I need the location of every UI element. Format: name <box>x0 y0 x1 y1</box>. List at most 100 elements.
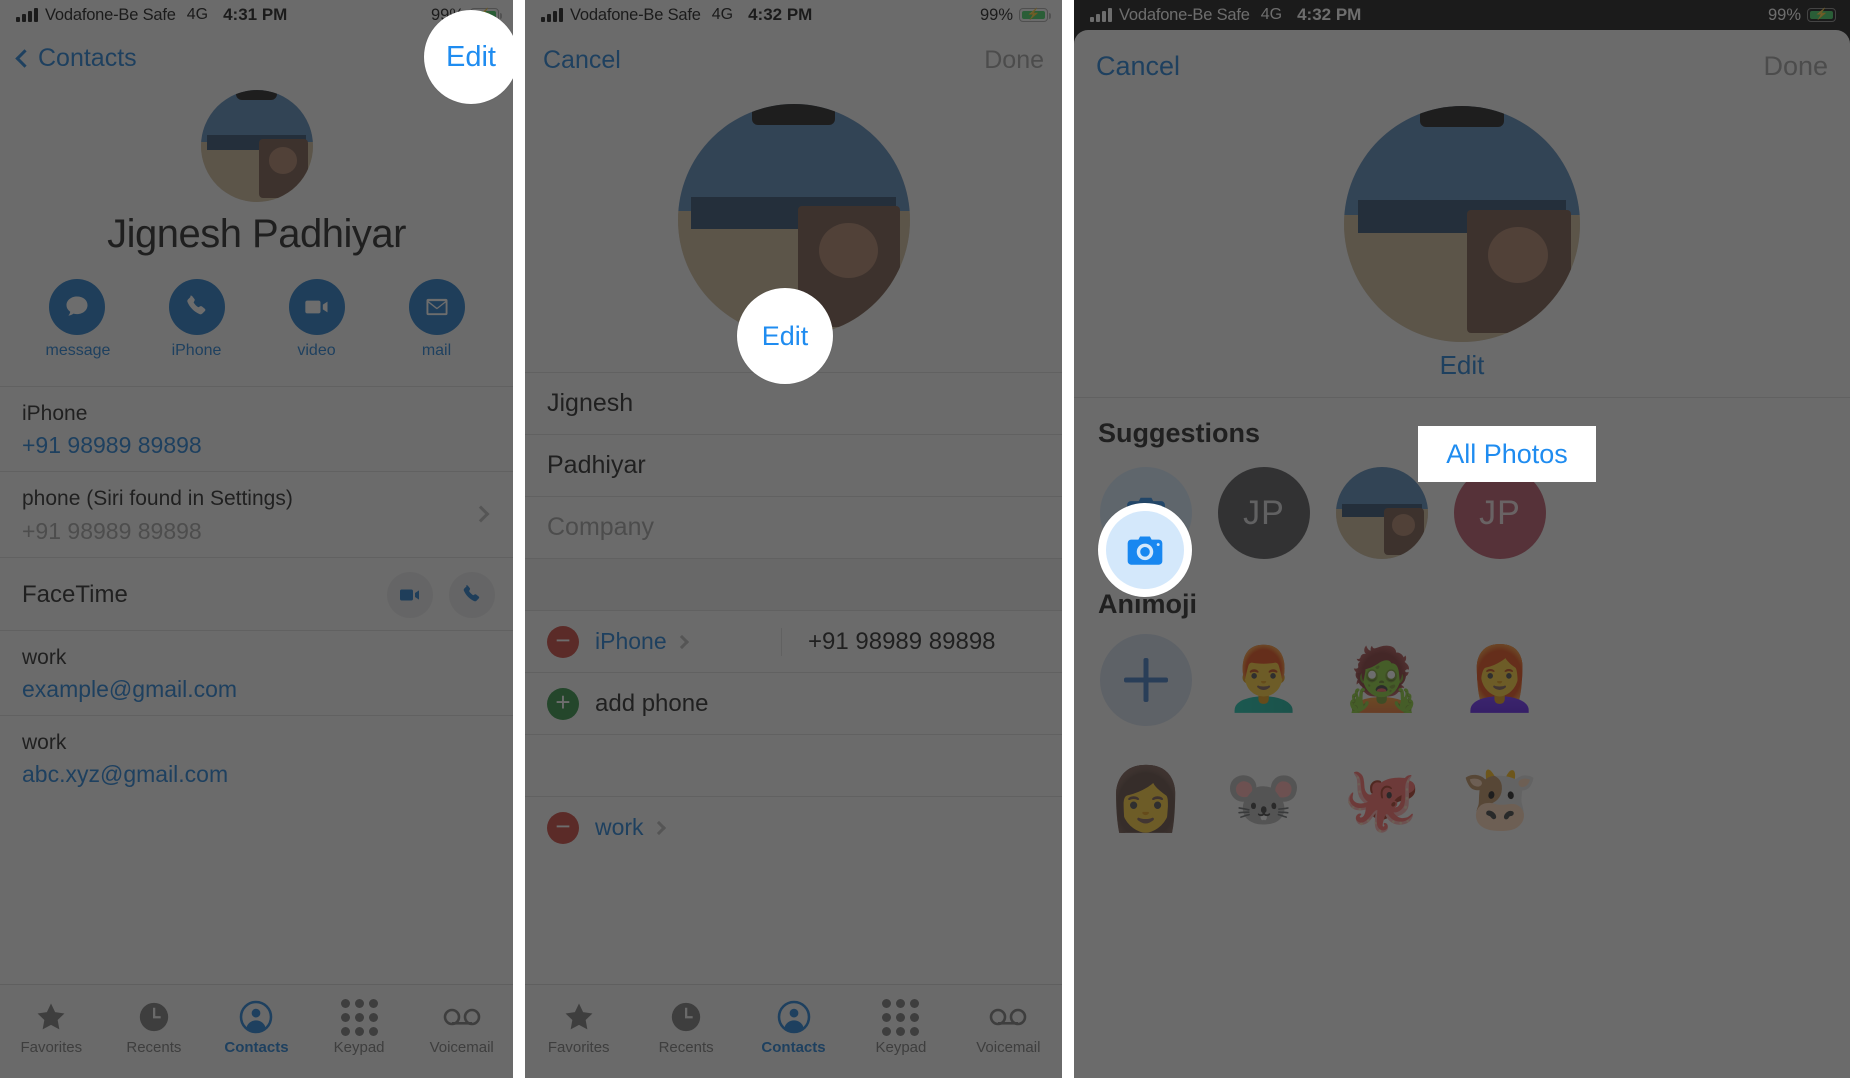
contact-header: Jignesh Padhiyar message iPhone video ma… <box>0 86 513 360</box>
clock-icon <box>632 997 739 1037</box>
network-label: 4G <box>711 6 734 23</box>
table-row[interactable]: phone (Siri found in Settings) +91 98989… <box>0 471 513 556</box>
action-video[interactable]: video <box>286 279 348 360</box>
tab-voicemail[interactable]: Voicemail <box>955 997 1062 1056</box>
animoji-item[interactable]: 🐮 <box>1454 754 1546 846</box>
add-phone-row[interactable]: + add phone <box>525 672 1062 734</box>
chevron-right-icon <box>674 634 689 649</box>
animoji-item[interactable]: 🧟 <box>1336 634 1428 726</box>
tab-label: Contacts <box>761 1039 826 1056</box>
table-row[interactable]: work example@gmail.com <box>0 629 513 715</box>
action-call-label: iPhone <box>171 342 222 359</box>
highlight-edit-button-p1[interactable]: Edit <box>424 10 513 104</box>
battery-percent-label: 99% <box>979 5 1013 24</box>
done-button-p2[interactable]: Done <box>984 46 1044 75</box>
animoji-item[interactable]: 👩‍🦰 <box>1454 634 1546 726</box>
action-call[interactable]: iPhone <box>166 279 228 360</box>
tab-label: Voicemail <box>429 1039 494 1056</box>
person-circle-icon <box>740 997 847 1037</box>
tab-keypad[interactable]: Keypad <box>847 997 954 1056</box>
cancel-button-p3[interactable]: Cancel <box>1096 51 1180 82</box>
avatar-edit-link-p3[interactable]: Edit <box>1074 350 1850 381</box>
tab-contacts[interactable]: Contacts <box>205 997 308 1056</box>
email-edit-row[interactable]: − work <box>525 796 1062 858</box>
highlight-all-photos-button[interactable]: All Photos <box>1418 426 1596 482</box>
phone-edit-row[interactable]: − iPhone +91 98989 89898 <box>525 610 1062 672</box>
panel-divider <box>513 0 525 1078</box>
done-button-p3[interactable]: Done <box>1763 51 1828 82</box>
panel-contact-detail: Vodafone-Be Safe 4G 4:31 PM 99% ⚡ Contac… <box>0 0 513 1078</box>
tab-voicemail[interactable]: Voicemail <box>410 997 513 1056</box>
animoji-item[interactable]: 👩 <box>1100 754 1192 846</box>
chevron-left-icon <box>15 48 34 68</box>
form-section-gap-2 <box>525 734 1062 796</box>
animoji-item[interactable]: 👨‍🦰 <box>1218 634 1310 726</box>
highlight-camera-button-p3[interactable] <box>1098 503 1192 597</box>
last-name-field[interactable]: Padhiyar <box>525 434 1062 496</box>
phone-value[interactable]: +91 98989 89898 <box>781 627 1040 656</box>
tab-recents[interactable]: Recents <box>632 997 739 1056</box>
camera-icon <box>1127 535 1163 565</box>
add-phone-label: add phone <box>595 689 709 717</box>
table-row[interactable]: iPhone +91 98989 89898 <box>0 386 513 471</box>
video-camera-icon <box>288 279 345 335</box>
company-field[interactable]: Company <box>525 496 1062 558</box>
facetime-audio-button[interactable] <box>449 571 495 618</box>
row-label: work <box>22 645 67 669</box>
tab-contacts[interactable]: Contacts <box>740 997 847 1056</box>
all-photos-label: All Photos <box>1446 438 1568 469</box>
tab-label: Keypad <box>875 1039 927 1056</box>
row-label: work <box>22 730 67 754</box>
highlight-avatar-edit-p2[interactable]: Edit <box>737 288 833 384</box>
row-value[interactable]: example@gmail.com <box>22 676 495 703</box>
action-message[interactable]: message <box>46 279 110 360</box>
clock-label: 4:32 PM <box>748 5 813 24</box>
status-bar-left: Vodafone-Be Safe 4G 4:32 PM <box>541 5 812 25</box>
contact-info-list: iPhone +91 98989 89898 phone (Siri found… <box>0 386 513 800</box>
voicemail-icon <box>955 997 1062 1037</box>
tab-favorites[interactable]: Favorites <box>525 997 632 1056</box>
tab-label: Recents <box>658 1039 714 1056</box>
row-label: phone (Siri found in Settings) <box>22 487 293 511</box>
animoji-item[interactable]: 🐭 <box>1218 754 1310 846</box>
phone-handset-icon <box>168 279 225 335</box>
plus-circle-icon[interactable]: + <box>547 687 579 720</box>
phone-label: iPhone <box>595 628 667 654</box>
suggestion-photo[interactable] <box>1336 467 1428 559</box>
minus-circle-icon[interactable]: − <box>547 811 579 844</box>
contact-avatar[interactable] <box>200 90 313 202</box>
tab-favorites[interactable]: Favorites <box>0 997 103 1056</box>
action-mail[interactable]: mail <box>406 279 468 360</box>
facetime-video-button[interactable] <box>387 571 433 618</box>
cancel-button-p2[interactable]: Cancel <box>543 46 621 75</box>
network-label: 4G <box>186 6 209 23</box>
minus-circle-icon[interactable]: − <box>547 625 579 658</box>
animoji-item[interactable]: 🐙 <box>1336 754 1428 846</box>
suggestion-initials-1[interactable]: JP <box>1218 467 1310 559</box>
email-label-cell[interactable]: work <box>595 814 765 841</box>
contact-avatar[interactable] <box>1344 106 1580 342</box>
envelope-icon <box>408 279 465 335</box>
row-value[interactable]: +91 98989 89898 <box>22 432 495 459</box>
page-title: Jignesh Padhiyar <box>107 212 406 256</box>
phone-label-cell[interactable]: iPhone <box>595 628 765 655</box>
row-value: +91 98989 89898 <box>22 517 202 544</box>
keypad-dots-icon <box>308 997 411 1037</box>
carrier-label: Vodafone-Be Safe <box>570 5 701 24</box>
voicemail-icon <box>410 997 513 1037</box>
tab-keypad[interactable]: Keypad <box>308 997 411 1056</box>
back-to-contacts-button[interactable]: Contacts <box>15 43 137 73</box>
edit-contact-form: Jignesh Padhiyar Company − iPhone +91 98… <box>525 372 1062 858</box>
table-row[interactable]: work abc.xyz@gmail.com <box>0 714 513 800</box>
plus-icon <box>1124 658 1168 702</box>
highlight-label: Edit <box>761 320 809 351</box>
back-label: Contacts <box>38 43 137 72</box>
tab-label: Favorites <box>547 1039 610 1056</box>
email-label: work <box>595 814 644 840</box>
form-section-gap <box>525 558 1062 610</box>
tab-recents[interactable]: Recents <box>103 997 206 1056</box>
tab-label: Recents <box>126 1039 182 1056</box>
row-value[interactable]: abc.xyz@gmail.com <box>22 761 495 788</box>
animoji-add-button[interactable] <box>1100 634 1192 726</box>
chevron-right-icon <box>651 820 666 835</box>
